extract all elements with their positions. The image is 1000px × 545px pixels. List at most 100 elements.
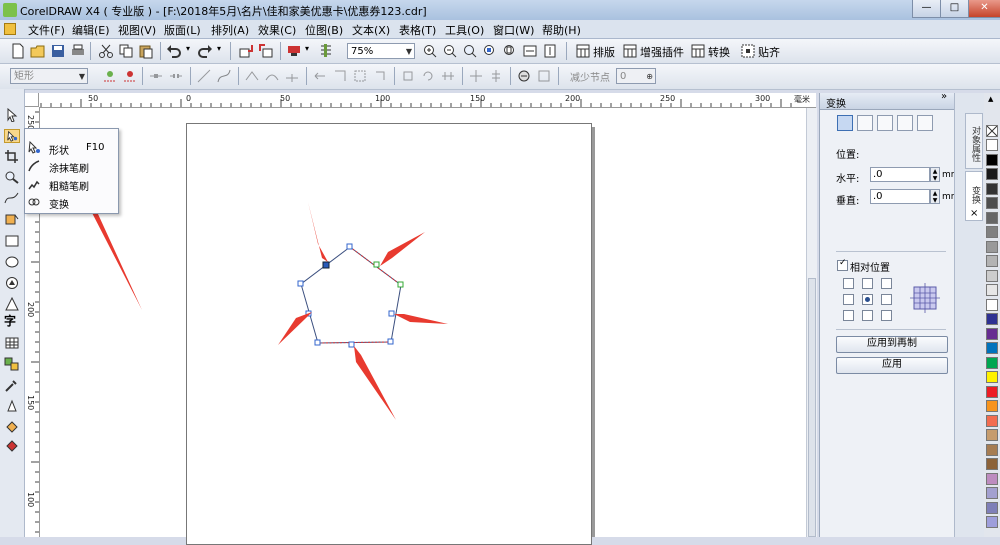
palette-scroll-up-icon[interactable]: ▲ — [988, 95, 993, 103]
horizontal-spinner[interactable]: ▲ ▼ — [930, 167, 940, 182]
application-launcher-icon[interactable] — [286, 43, 302, 59]
redo-icon[interactable] — [197, 43, 213, 59]
menu-tools[interactable]: 工具(O) — [445, 22, 484, 38]
no-fill-swatch[interactable] — [986, 125, 998, 137]
color-swatch[interactable] — [986, 501, 998, 514]
zoom-page-height-icon[interactable] — [542, 43, 558, 59]
anchor-middle-left[interactable] — [843, 294, 854, 305]
ellipse-tool-icon[interactable] — [4, 255, 20, 269]
extract-subpath-icon[interactable] — [352, 68, 368, 84]
color-swatch[interactable] — [986, 472, 998, 485]
interactive-fill-tool-icon[interactable] — [4, 439, 20, 453]
color-swatch[interactable] — [986, 458, 998, 470]
color-swatch[interactable] — [986, 400, 998, 412]
select-all-nodes-icon[interactable] — [536, 68, 552, 84]
pentagon-shape[interactable] — [260, 195, 460, 425]
color-swatch[interactable] — [986, 139, 998, 151]
anchor-top-left[interactable] — [843, 278, 854, 289]
stretch-nodes-icon[interactable] — [400, 68, 416, 84]
zoom-level-combo[interactable]: 75% ▼ — [347, 43, 415, 59]
imposition-icon[interactable] — [575, 43, 591, 59]
color-swatch[interactable] — [986, 414, 998, 427]
color-swatch[interactable] — [986, 284, 998, 296]
horizontal-ruler[interactable]: 50 0 50 100 150 200 250 300 毫米 — [25, 93, 816, 108]
open-folder-icon[interactable] — [30, 43, 46, 59]
text-tool-icon[interactable]: 字 — [4, 314, 20, 328]
convert-icon[interactable] — [690, 43, 706, 59]
menu-layout[interactable]: 版面(L) — [164, 22, 201, 38]
color-swatch[interactable] — [986, 197, 998, 209]
color-swatch[interactable] — [986, 356, 998, 369]
menu-view[interactable]: 视图(V) — [118, 22, 156, 38]
paste-icon[interactable] — [138, 43, 154, 59]
menu-effects[interactable]: 效果(C) — [258, 22, 296, 38]
anchor-top-center[interactable] — [862, 278, 873, 289]
rectangle-tool-icon[interactable] — [4, 234, 20, 248]
zoom-selected-icon[interactable] — [462, 43, 478, 59]
elastic-mode-icon[interactable] — [516, 68, 532, 84]
ruler-origin[interactable] — [25, 93, 39, 107]
extend-curve-icon[interactable] — [332, 68, 348, 84]
menu-help[interactable]: 帮助(H) — [542, 22, 581, 38]
anchor-center[interactable] — [862, 294, 873, 305]
snap-icon[interactable] — [740, 43, 756, 59]
scrollbar-thumb[interactable] — [808, 278, 816, 537]
reflect-horizontal-icon[interactable] — [468, 68, 484, 84]
undo-dropdown-icon[interactable]: ▾ — [186, 44, 190, 53]
color-swatch[interactable] — [986, 385, 998, 398]
import-icon[interactable] — [238, 43, 254, 59]
skew-tab-icon[interactable] — [917, 115, 933, 131]
menu-table[interactable]: 表格(T) — [399, 22, 436, 38]
vertical-spinner[interactable]: ▲ ▼ — [930, 189, 940, 204]
delete-node-icon[interactable] — [122, 68, 138, 84]
color-swatch[interactable] — [986, 327, 998, 340]
crop-tool-icon[interactable] — [4, 149, 20, 163]
fill-tool-icon[interactable] — [4, 420, 20, 434]
freehand-tool-icon[interactable] — [4, 191, 20, 205]
enhance-plugin-label[interactable]: 增强插件 — [640, 44, 684, 60]
save-icon[interactable] — [50, 43, 66, 59]
export-icon[interactable] — [258, 43, 274, 59]
add-node-icon[interactable] — [102, 68, 118, 84]
zoom-page-width-icon[interactable] — [522, 43, 538, 59]
launcher-dropdown-icon[interactable]: ▾ — [305, 44, 309, 53]
imposition-label[interactable]: 排版 — [593, 44, 615, 60]
menu-bitmaps[interactable]: 位图(B) — [305, 22, 343, 38]
shape-tool-icon[interactable] — [4, 129, 20, 143]
reduce-nodes-field[interactable]: 0 ⊕ — [616, 68, 656, 84]
menu-file[interactable]: 文件(F) — [28, 22, 65, 38]
zoom-out-icon[interactable] — [442, 43, 458, 59]
pick-tool-icon[interactable] — [4, 108, 20, 122]
color-swatch[interactable] — [986, 313, 998, 325]
color-swatch[interactable] — [986, 429, 998, 441]
close-curve-icon[interactable] — [372, 68, 388, 84]
color-swatch[interactable] — [986, 255, 998, 267]
vertical-scrollbar[interactable] — [806, 108, 817, 537]
anchor-middle-right[interactable] — [881, 294, 892, 305]
copy-icon[interactable] — [118, 43, 134, 59]
zoom-in-icon[interactable] — [422, 43, 438, 59]
interactive-blend-tool-icon[interactable] — [4, 357, 20, 371]
zoom-tool-icon[interactable] — [4, 170, 20, 184]
align-nodes-icon[interactable] — [440, 68, 456, 84]
undo-icon[interactable] — [166, 43, 182, 59]
flyout-item-smudge-brush[interactable]: 涂抹笔刷 — [25, 157, 118, 175]
print-icon[interactable] — [70, 43, 86, 59]
new-document-icon[interactable] — [10, 43, 26, 59]
break-curve-icon[interactable] — [168, 68, 184, 84]
anchor-bottom-center[interactable] — [862, 310, 873, 321]
apply-button[interactable]: 应用 — [836, 357, 948, 374]
color-swatch[interactable] — [986, 182, 998, 195]
color-swatch[interactable] — [986, 516, 998, 528]
reverse-direction-icon[interactable] — [312, 68, 328, 84]
collapse-docker-icon[interactable]: » — [938, 92, 950, 103]
color-swatch[interactable] — [986, 269, 998, 282]
basic-shapes-tool-icon[interactable] — [4, 297, 20, 311]
smooth-node-icon[interactable] — [264, 68, 280, 84]
redo-dropdown-icon[interactable]: ▾ — [217, 44, 221, 53]
document-menu-icon[interactable] — [4, 23, 16, 35]
zoom-all-objects-icon[interactable] — [482, 43, 498, 59]
color-swatch[interactable] — [986, 153, 998, 166]
polygon-tool-icon[interactable] — [4, 276, 20, 290]
color-swatch[interactable] — [986, 226, 998, 238]
